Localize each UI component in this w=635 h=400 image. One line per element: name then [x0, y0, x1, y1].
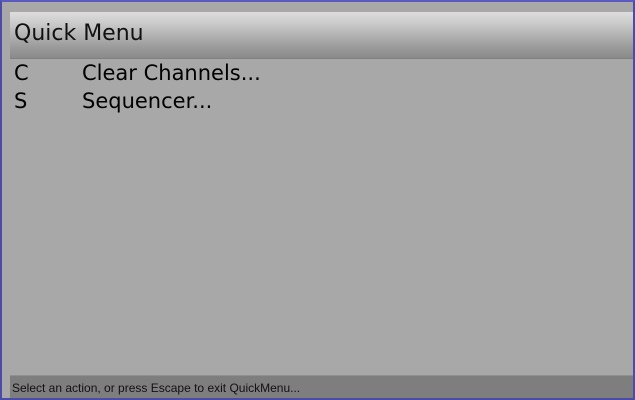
status-bar: Select an action, or press Escape to exi…	[10, 375, 633, 398]
menu-item-sequencer[interactable]: S Sequencer...	[10, 87, 633, 115]
menu-item-shortcut-key: C	[14, 61, 29, 85]
menu-item-clear-channels[interactable]: C Clear Channels...	[10, 59, 633, 87]
menu-item-label: Clear Channels...	[82, 61, 261, 85]
quick-menu-header: Quick Menu	[10, 12, 633, 59]
quick-menu-title: Quick Menu	[14, 21, 144, 46]
menu-item-label: Sequencer...	[82, 89, 213, 113]
quick-menu-panel: Quick Menu C Clear Channels... S Sequenc…	[0, 0, 635, 400]
quick-menu-list: C Clear Channels... S Sequencer...	[10, 59, 633, 376]
status-text: Select an action, or press Escape to exi…	[12, 381, 301, 395]
menu-item-shortcut-key: S	[14, 89, 28, 113]
